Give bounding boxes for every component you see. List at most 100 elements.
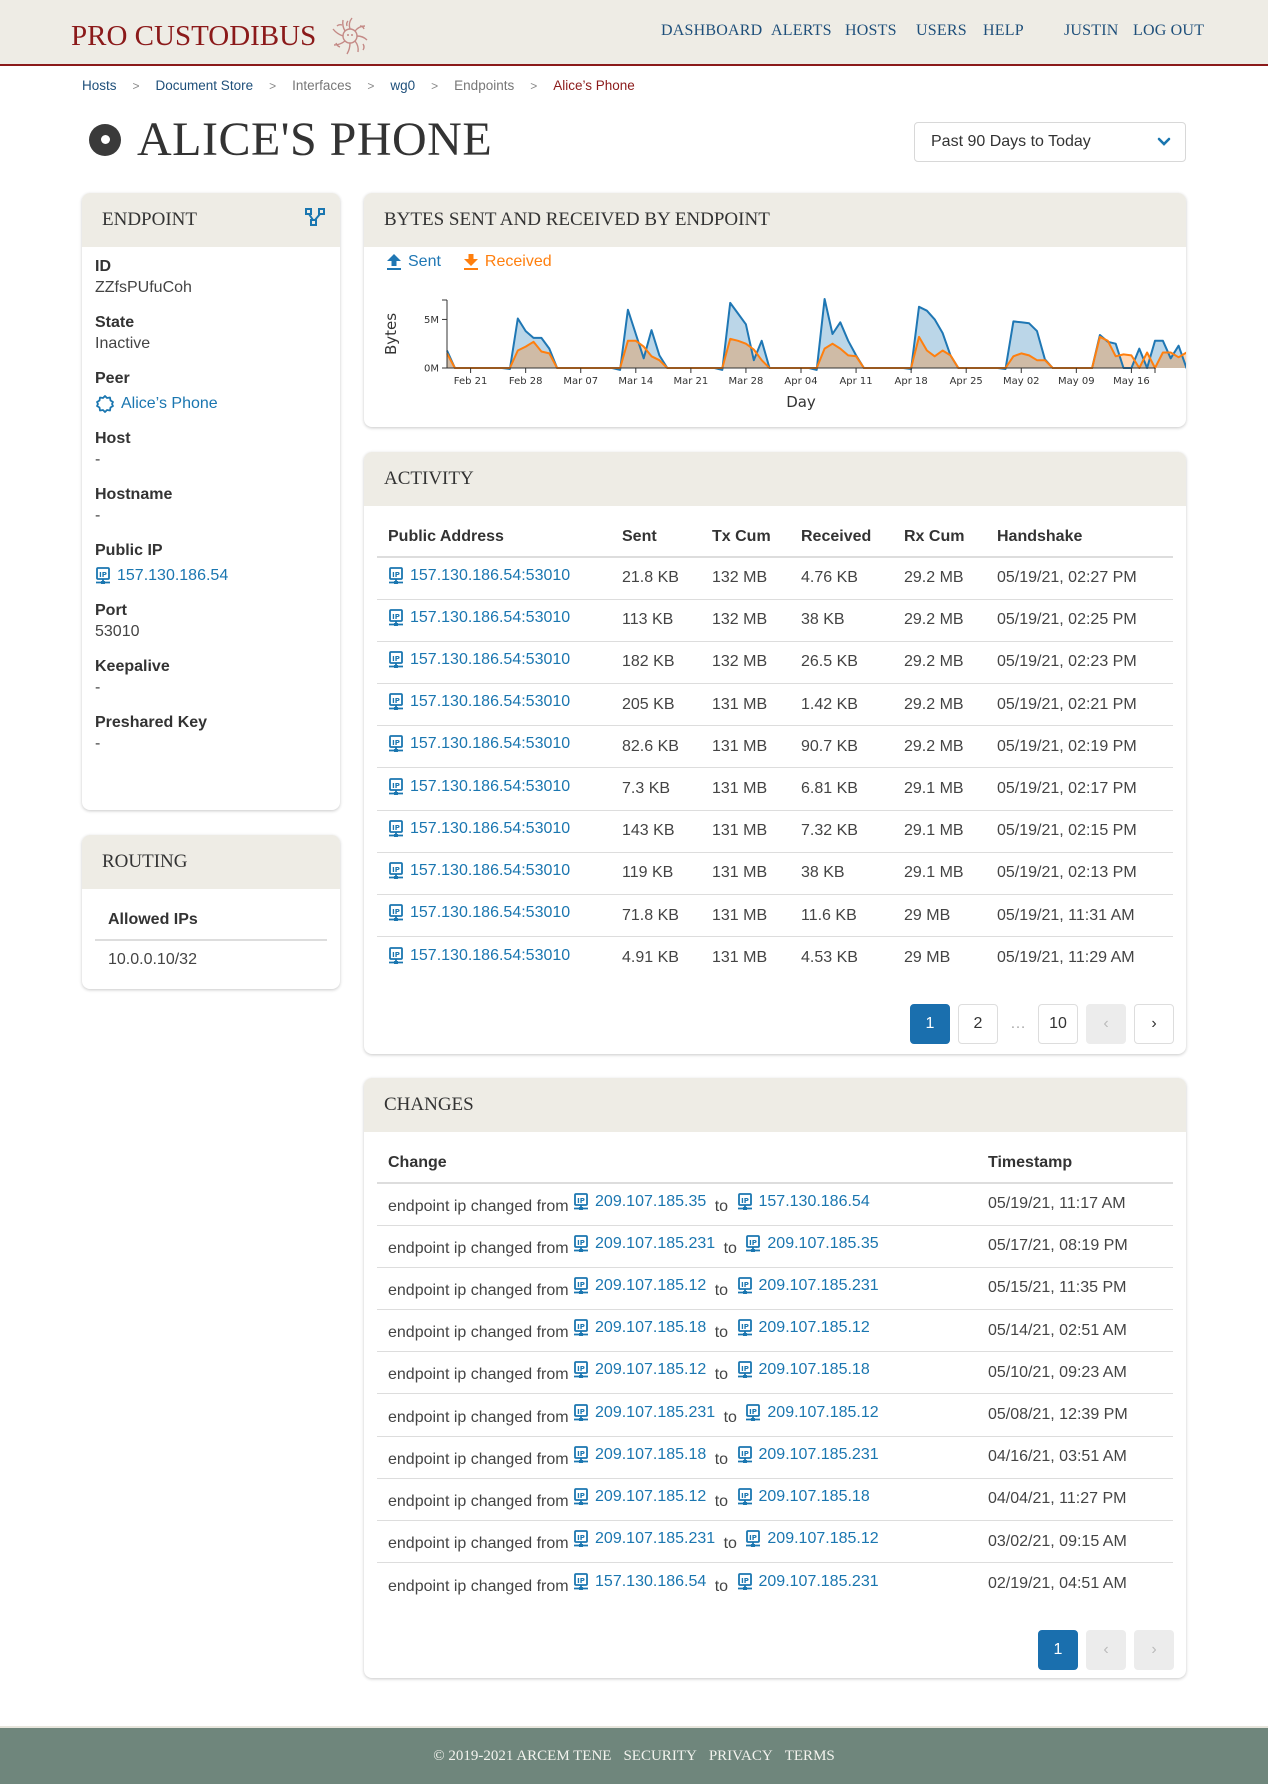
public-address-link[interactable]: IP 157.130.186.54:53010	[388, 693, 570, 711]
to-ip-link[interactable]: IP 209.107.185.35	[745, 1235, 879, 1253]
footer-security-link[interactable]: SECURITY	[623, 1748, 696, 1765]
cell-timestamp: 04/16/21, 03:51 AM	[977, 1436, 1173, 1479]
page-10-button[interactable]: 10	[1038, 1004, 1078, 1044]
breadcrumb-document-store[interactable]: Document Store	[156, 78, 254, 93]
from-ip-link[interactable]: IP 209.107.185.35	[573, 1193, 706, 1211]
breadcrumb: Hosts > Document Store > Interfaces > wg…	[82, 78, 635, 93]
col-handshake[interactable]: Handshake	[986, 518, 1173, 558]
nav-help[interactable]: HELP	[983, 22, 1024, 40]
to-ip-link[interactable]: IP 209.107.185.18	[737, 1361, 870, 1379]
nav-alerts[interactable]: ALERTS	[771, 22, 832, 40]
date-range-select[interactable]: Past 90 Days to Today	[914, 122, 1186, 162]
peer-link[interactable]: Alice’s Phone	[95, 393, 327, 415]
topology-icon[interactable]	[304, 207, 326, 227]
routing-card-title: ROUTING	[102, 851, 188, 872]
col-timestamp[interactable]: Timestamp	[977, 1144, 1173, 1184]
changes-pagination: 1 ‹ ›	[1038, 1630, 1174, 1670]
col-sent[interactable]: Sent	[611, 518, 701, 558]
cell-handshake: 05/19/21, 02:15 PM	[986, 810, 1173, 853]
activity-row: IP 157.130.186.54:53010 71.8 KB 131 MB 11.6 …	[377, 894, 1173, 938]
footer-privacy-link[interactable]: PRIVACY	[709, 1748, 773, 1765]
to-ip-link[interactable]: IP 209.107.185.231	[737, 1573, 879, 1591]
nav-hosts[interactable]: HOSTS	[845, 22, 897, 40]
to-ip-link[interactable]: IP 209.107.185.12	[745, 1530, 879, 1548]
to-ip-link[interactable]: IP 157.130.186.54	[737, 1193, 870, 1211]
change-row: endpoint ip changed from IP 209.107.185.1…	[377, 1351, 1173, 1395]
cell-sent: 119 KB	[611, 852, 701, 896]
from-ip-link[interactable]: IP 209.107.185.231	[573, 1404, 715, 1422]
to-ip-link[interactable]: IP 209.107.185.12	[737, 1319, 870, 1337]
from-ip-link[interactable]: IP 209.107.185.18	[573, 1446, 706, 1464]
page-1-button[interactable]: 1	[1038, 1630, 1078, 1670]
svg-text:IP: IP	[392, 866, 400, 874]
nav-log-out[interactable]: LOG OUT	[1133, 22, 1204, 40]
page-1-button[interactable]: 1	[910, 1004, 950, 1044]
cell-rx-cum: 29 MB	[904, 949, 951, 967]
col-received[interactable]: Received	[790, 518, 893, 558]
from-ip-text: 209.107.185.231	[595, 1403, 716, 1421]
public-address-link[interactable]: IP 157.130.186.54:53010	[388, 904, 570, 922]
cell-tx-cum: 131 MB	[701, 683, 790, 727]
svg-text:IP: IP	[741, 1577, 749, 1585]
from-ip-link[interactable]: IP 157.130.186.54	[573, 1573, 706, 1591]
nav-users[interactable]: USERS	[916, 22, 967, 40]
next-page-button[interactable]: ›	[1134, 1004, 1174, 1044]
activity-card: ACTIVITY Public Address Sent Tx Cum Rece…	[364, 452, 1186, 1054]
from-ip-link[interactable]: IP 209.107.185.18	[573, 1319, 706, 1337]
public-address-link[interactable]: IP 157.130.186.54:53010	[388, 778, 570, 796]
col-tx-cum[interactable]: Tx Cum	[701, 518, 790, 558]
public-address-link[interactable]: IP 157.130.186.54:53010	[388, 820, 570, 838]
public-address-text: 157.130.186.54:53010	[410, 650, 571, 668]
to-ip-link[interactable]: IP 209.107.185.18	[737, 1488, 870, 1506]
from-ip-link[interactable]: IP 209.107.185.12	[573, 1488, 706, 1506]
public-address-link[interactable]: IP 157.130.186.54:53010	[388, 735, 570, 753]
breadcrumb-hosts[interactable]: Hosts	[82, 78, 117, 93]
ip-address-icon: IP	[574, 1403, 589, 1421]
svg-text:IP: IP	[741, 1323, 749, 1331]
cell-change: endpoint ip changed from IP 157.130.186.5…	[377, 1563, 977, 1605]
public-address-link[interactable]: IP 157.130.186.54:53010	[388, 567, 570, 585]
cell-rx-cum: 29.1 MB	[893, 852, 986, 896]
to-ip-link[interactable]: IP 209.107.185.231	[737, 1277, 879, 1295]
nav-dashboard[interactable]: DASHBOARD	[661, 22, 762, 40]
cell-timestamp: 02/19/21, 04:51 AM	[988, 1575, 1127, 1593]
activity-row: IP 157.130.186.54:53010 4.91 KB 131 MB 4.53 …	[377, 937, 1173, 979]
previous-page-button[interactable]: ‹	[1086, 1630, 1126, 1670]
breadcrumb-wg0[interactable]: wg0	[390, 78, 415, 93]
nav-user-account[interactable]: JUSTIN	[1064, 22, 1119, 40]
from-ip-link[interactable]: IP 209.107.185.231	[573, 1530, 715, 1548]
col-rx-cum[interactable]: Rx Cum	[893, 518, 986, 558]
previous-page-button[interactable]: ‹	[1086, 1004, 1126, 1044]
cell-rx-cum: 29.1 MB	[893, 767, 986, 811]
series-line-sent	[446, 298, 1186, 371]
page-2-button[interactable]: 2	[958, 1004, 998, 1044]
field-keepalive: Keepalive -	[95, 657, 327, 699]
from-ip-link[interactable]: IP 209.107.185.12	[573, 1361, 706, 1379]
next-page-button[interactable]: ›	[1134, 1630, 1174, 1670]
ip-address-icon: IP	[389, 862, 403, 879]
public-address-link[interactable]: IP 157.130.186.54:53010	[388, 862, 570, 880]
public-address-link[interactable]: IP 157.130.186.54:53010	[388, 609, 570, 627]
from-ip-link[interactable]: IP 209.107.185.231	[573, 1235, 715, 1253]
brand-logo-link[interactable]: PRO CUSTODIBUS	[71, 14, 372, 58]
public-ip-link[interactable]: IP 157.130.186.54	[95, 565, 327, 587]
cell-sent: 205 KB	[611, 683, 701, 727]
col-change[interactable]: Change	[377, 1144, 977, 1184]
cell-handshake: 05/19/21, 02:23 PM	[986, 641, 1173, 685]
ip-address-icon: IP	[389, 735, 403, 753]
from-ip-link[interactable]: IP 209.107.185.12	[573, 1277, 706, 1295]
public-address-link[interactable]: IP 157.130.186.54:53010	[388, 947, 570, 965]
to-ip-text: 209.107.185.231	[758, 1276, 879, 1294]
change-row: endpoint ip changed from IP 209.107.185.2…	[377, 1225, 1173, 1268]
change-row: endpoint ip changed from IP 209.107.185.2…	[377, 1393, 1173, 1437]
to-ip-link[interactable]: IP 209.107.185.231	[737, 1446, 879, 1464]
svg-text:IP: IP	[741, 1281, 749, 1289]
col-public-address[interactable]: Public Address	[377, 518, 611, 558]
public-address-link[interactable]: IP 157.130.186.54:53010	[388, 651, 570, 669]
svg-text:IP: IP	[577, 1365, 585, 1373]
field-state: State Inactive	[95, 313, 327, 355]
cell-rx-cum: 29.2 MB	[893, 599, 986, 642]
footer-terms-link[interactable]: TERMS	[785, 1748, 835, 1765]
to-ip-link[interactable]: IP 209.107.185.12	[745, 1404, 879, 1422]
cell-public-address: IP 157.130.186.54:53010	[377, 767, 611, 811]
